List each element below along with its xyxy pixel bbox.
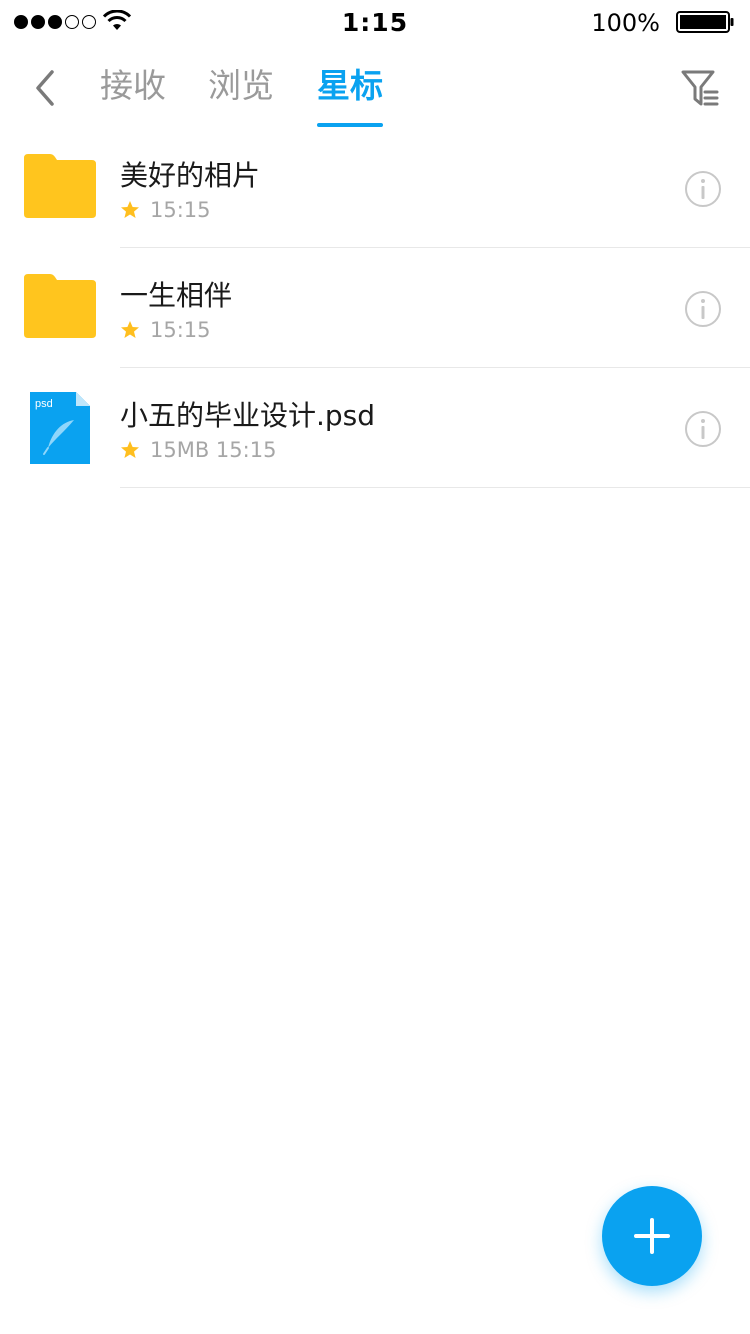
screen: 1:15 100% 接收 浏览 星标 美好的相片 15:15 一生相伴 15:1… [0,0,750,1334]
file-name: 小五的毕业设计.psd [120,399,376,432]
star-icon [121,321,139,338]
tab-starred[interactable]: 星标 [317,64,383,108]
active-tab-indicator [317,123,383,127]
file-meta: 15:15 [120,318,211,342]
tab-browse[interactable]: 浏览 [208,64,274,108]
file-name: 一生相伴 [120,279,233,312]
list-item[interactable]: psd 小五的毕业设计.psd 15MB 15:15 [0,368,750,488]
add-button[interactable] [602,1186,702,1286]
list-item[interactable]: 美好的相片 15:15 [0,128,750,248]
back-button[interactable] [26,68,66,108]
tab-receive[interactable]: 接收 [100,64,166,108]
chevron-left-icon [36,70,54,106]
status-bar: 1:15 100% [0,0,750,44]
star-icon [121,201,139,218]
file-meta: 15:15 [120,198,211,222]
file-meta: 15MB 15:15 [120,438,276,462]
info-button[interactable] [684,290,722,328]
info-icon [685,411,721,447]
file-size-timestamp: 15MB 15:15 [150,438,277,462]
filter-button[interactable] [680,68,720,110]
folder-icon [24,274,96,338]
file-timestamp: 15:15 [150,198,211,222]
info-icon [685,291,721,327]
plus-icon [634,1218,670,1254]
info-icon [685,171,721,207]
row-divider [120,487,750,488]
battery-icon [676,11,734,33]
filter-icon [681,70,719,106]
info-button[interactable] [684,170,722,208]
battery-percentage: 100% [591,9,660,37]
file-timestamp: 15:15 [150,318,211,342]
file-name: 美好的相片 [120,159,261,192]
header: 接收 浏览 星标 [0,44,750,130]
list-item[interactable]: 一生相伴 15:15 [0,248,750,368]
star-icon [121,441,139,458]
psd-file-icon: psd [30,392,90,464]
file-list: 美好的相片 15:15 一生相伴 15:15 psd 小五的毕业设计.psd 1… [0,128,750,488]
folder-icon [24,154,96,218]
info-button[interactable] [684,410,722,448]
psd-badge: psd [35,398,53,410]
